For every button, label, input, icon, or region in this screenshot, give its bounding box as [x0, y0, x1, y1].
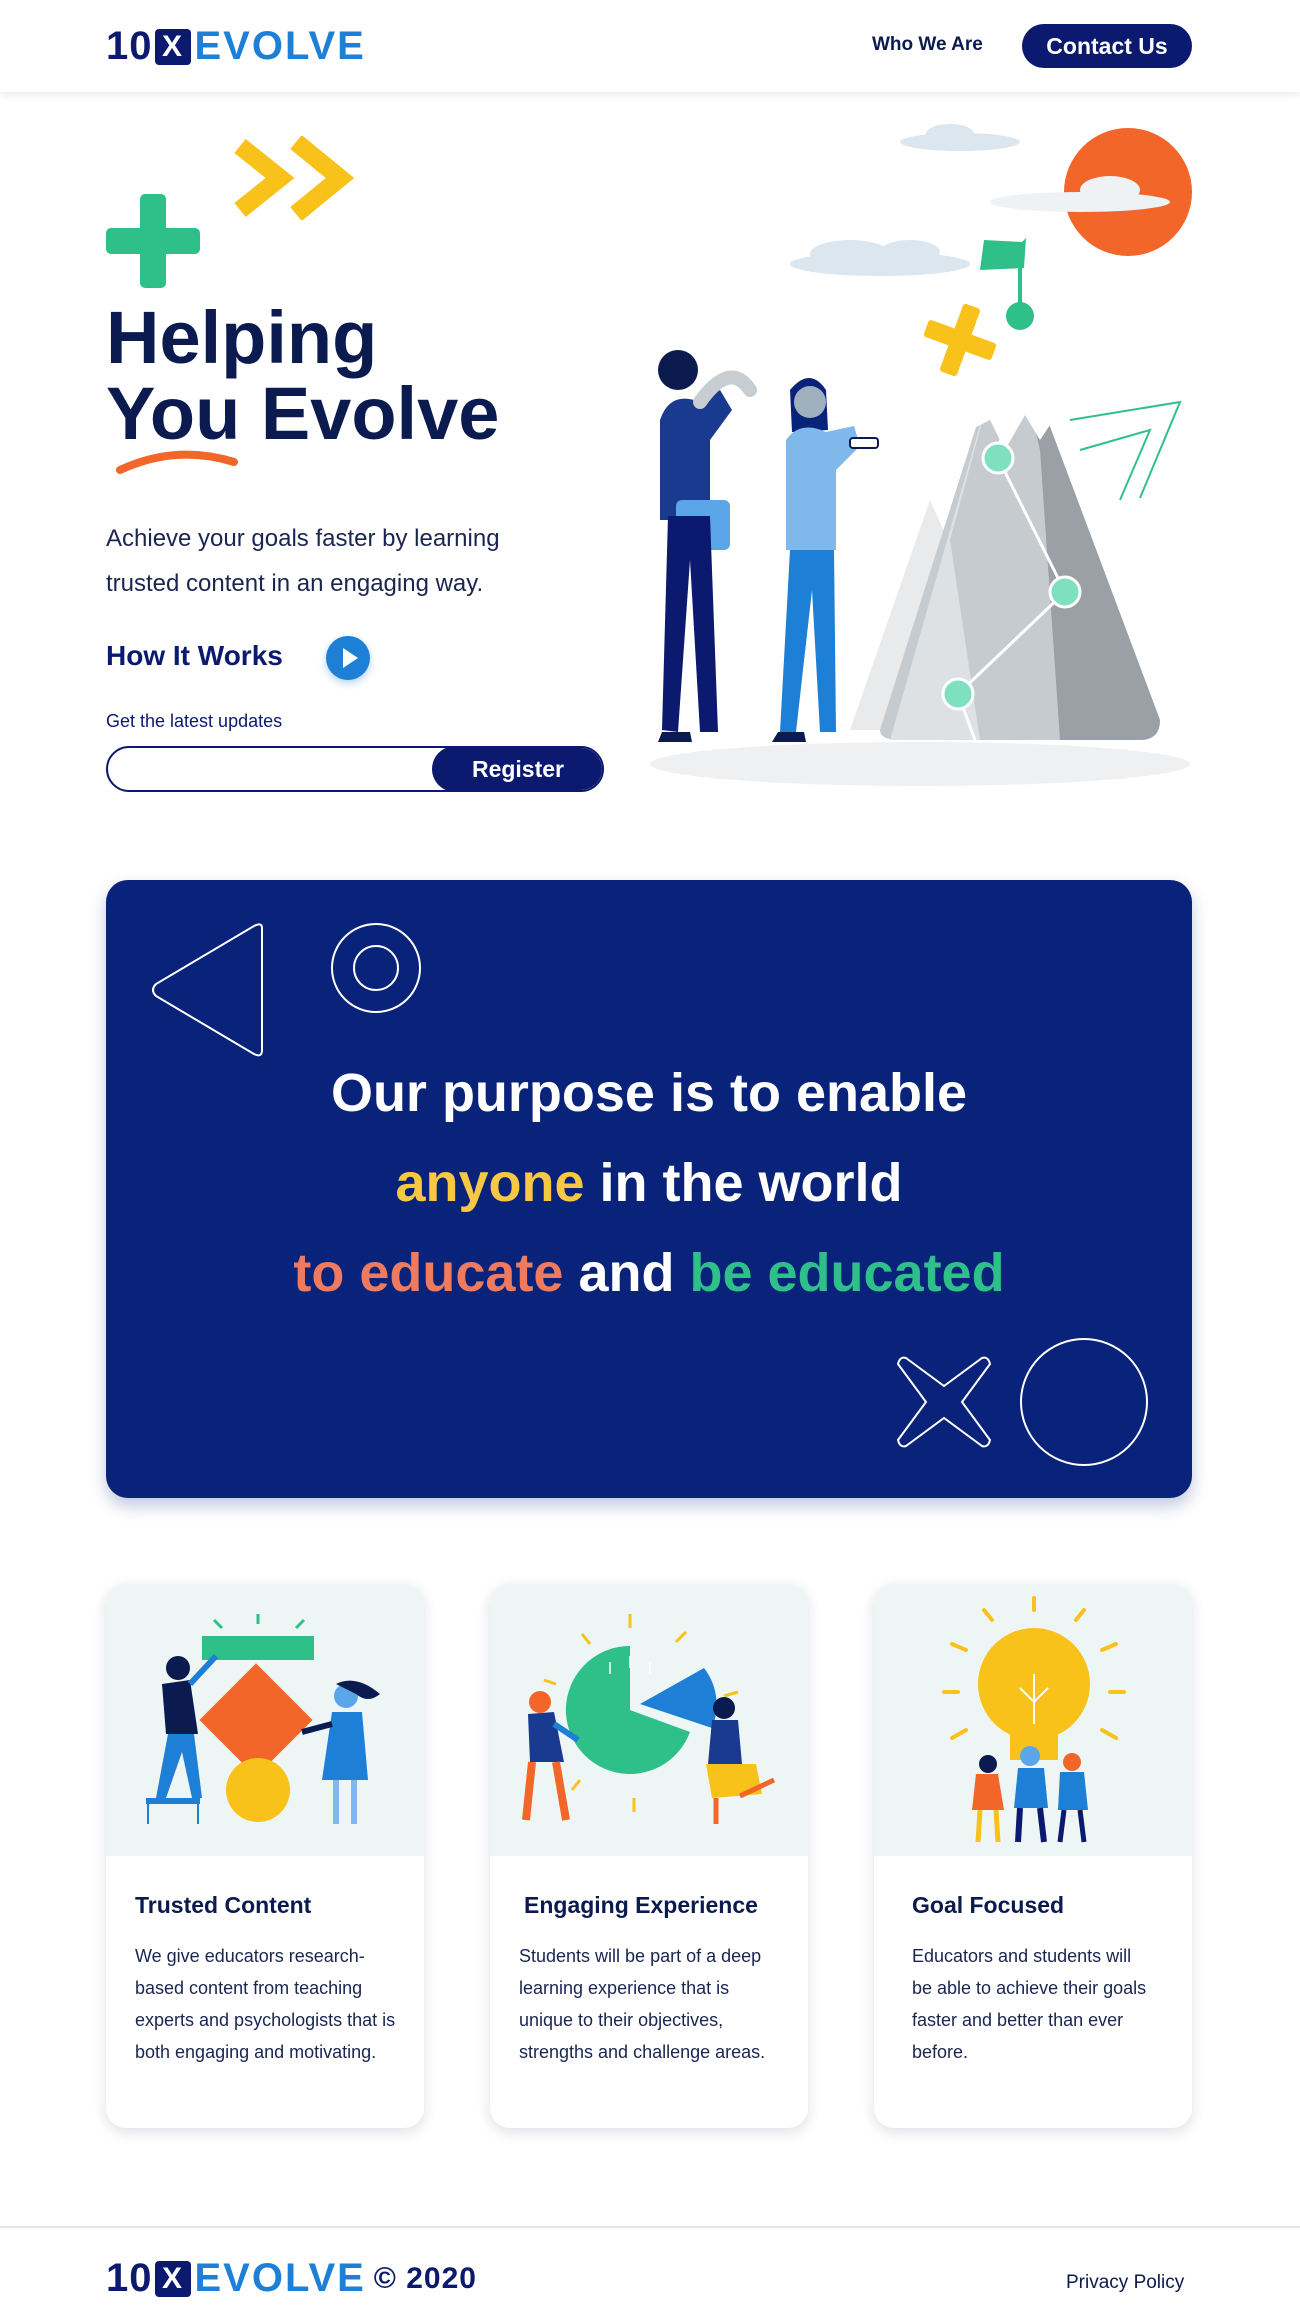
register-button[interactable]: Register — [432, 748, 602, 790]
outline-circle-icon — [1020, 1338, 1148, 1466]
hero-subtitle: Achieve your goals faster by learning tr… — [106, 525, 500, 597]
copyright: © 2020 — [373, 2261, 477, 2295]
logo-word: EVOLVE — [194, 24, 366, 68]
purpose-highlight-anyone: anyone — [395, 1153, 585, 1213]
outline-x-icon — [896, 1356, 992, 1448]
double-chevron-icon — [234, 136, 355, 220]
card-body: We give educators research-based content… — [135, 1946, 396, 2062]
shapes-team-icon — [146, 1614, 380, 1824]
brand-logo[interactable]: 10 X EVOLVE — [106, 24, 366, 69]
green-plus-icon — [106, 194, 200, 288]
person-icon — [658, 350, 757, 742]
contact-us-button[interactable]: Contact Us — [1022, 24, 1192, 68]
logo-number: 10 — [106, 24, 153, 68]
purpose-line1: Our purpose is to enable — [330, 1063, 968, 1123]
flag-icon — [980, 238, 1026, 270]
logo-number: 10 — [106, 2256, 153, 2300]
top-nav: 10 X EVOLVE Who We Are Contact Us — [0, 0, 1300, 92]
play-icon[interactable] — [326, 636, 370, 680]
person-icon — [772, 378, 879, 742]
footer-logo[interactable]: 10 X EVOLVE © 2020 — [106, 2256, 477, 2301]
updates-label: Get the latest updates — [106, 711, 283, 731]
hero-title-line1: Helping — [106, 296, 378, 379]
card-body: Students will be part of a deep learning… — [519, 1946, 766, 2062]
email-input[interactable] — [124, 756, 424, 784]
logo-x-icon: X — [154, 28, 191, 65]
card-body: Educators and students will be able to a… — [912, 1946, 1147, 2062]
purpose-banner: Our purpose is to enable anyone in the w… — [106, 880, 1192, 1498]
logo-x-icon: X — [154, 2260, 191, 2297]
lightbulb-team-icon — [942, 1596, 1126, 1843]
underline-swoosh-icon — [116, 450, 238, 474]
logo-word: EVOLVE — [194, 2256, 366, 2300]
hero-illustration — [650, 124, 1192, 786]
card-illustration — [490, 1584, 808, 1856]
privacy-policy-link[interactable]: Privacy Policy — [1066, 2272, 1184, 2294]
hero-title: Helping You Evolve — [106, 300, 499, 452]
outline-ring-icon — [331, 923, 421, 1013]
purpose-highlight-be-educated: be educated — [689, 1243, 1005, 1303]
card-illustration — [106, 1584, 424, 1856]
purpose-line3-and: and — [563, 1243, 690, 1303]
purpose-highlight-educate: to educate — [293, 1243, 564, 1303]
pie-team-icon — [522, 1614, 776, 1824]
purpose-line3: to educate and be educated — [106, 1228, 1192, 1318]
outline-chevron-icon — [1069, 400, 1182, 501]
how-it-works-link[interactable]: How It Works — [106, 640, 283, 672]
purpose-statement: Our purpose is to enable anyone in the w… — [106, 1048, 1192, 1318]
card-illustration — [874, 1584, 1192, 1856]
purpose-line2-rest: in the world — [584, 1153, 903, 1213]
signup-form: Register — [106, 746, 604, 792]
purpose-line2: anyone in the world — [106, 1138, 1192, 1228]
hero-title-line2: You Evolve — [106, 372, 500, 455]
feature-card-trusted-content[interactable]: Trusted Content We give educators resear… — [106, 1584, 424, 2128]
nav-link-who-we-are[interactable]: Who We Are — [872, 34, 983, 56]
card-title: Engaging Experience — [524, 1892, 758, 1918]
card-title: Trusted Content — [135, 1892, 312, 1918]
card-title: Goal Focused — [912, 1892, 1065, 1918]
footer: 10 X EVOLVE © 2020 Privacy Policy — [0, 2226, 1300, 2320]
feature-card-goal-focused[interactable]: Goal Focused Educators and students will… — [874, 1584, 1192, 2128]
feature-card-engaging-experience[interactable]: Engaging Experience Students will be par… — [490, 1584, 808, 2128]
outline-triangle-icon — [152, 923, 263, 1057]
